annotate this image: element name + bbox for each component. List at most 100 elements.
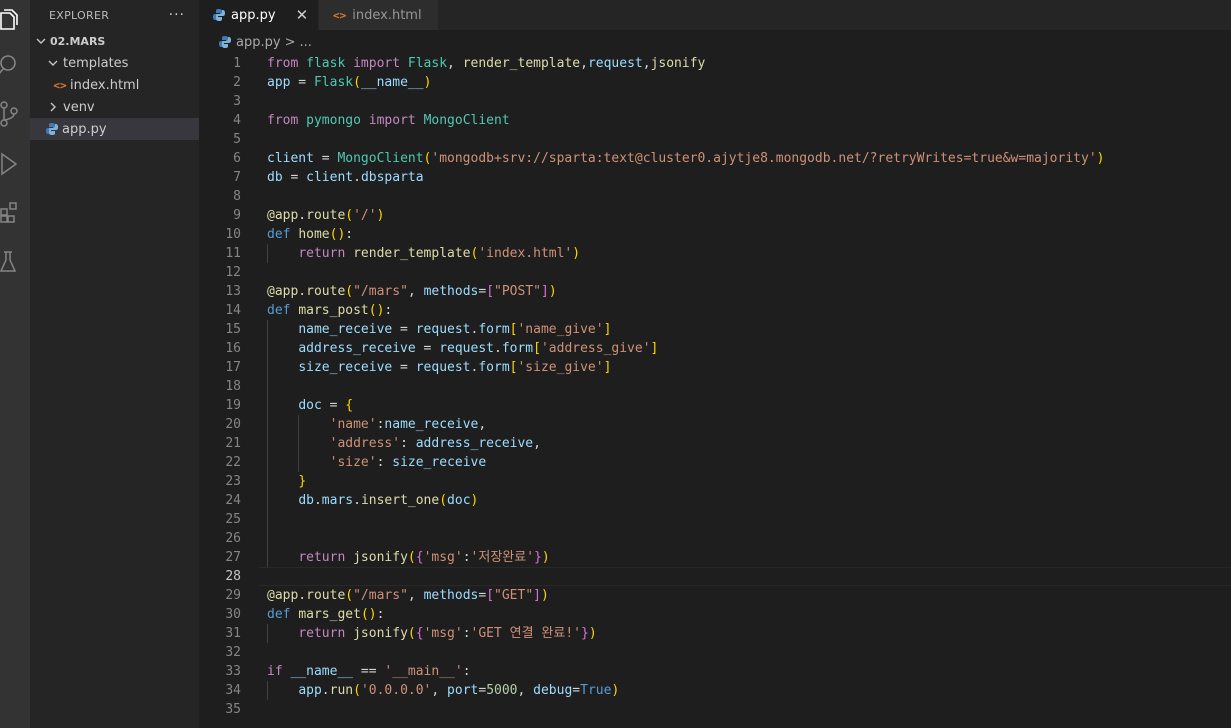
line-number: 30: [225, 607, 241, 622]
line-number: 2: [233, 75, 241, 90]
code-text: size_receive = request.form['size_give']: [298, 360, 612, 375]
explorer-files-icon[interactable]: [0, 2, 30, 38]
code-text: 'address': address_receive,: [329, 436, 541, 451]
code-line: 35: [199, 700, 1231, 719]
line-number: 28: [225, 569, 241, 584]
line-number: 12: [225, 265, 241, 280]
code-text: def mars_post():: [267, 303, 393, 318]
code-line: 23 }: [199, 472, 1231, 491]
code-text: db = client.dbsparta: [267, 170, 424, 185]
tree-folder-venv[interactable]: venv: [30, 96, 199, 118]
code-editor[interactable]: 1 from flask import Flask, render_templat…: [199, 54, 1231, 728]
code-text: return jsonify({'msg':'저장완료'}): [298, 550, 550, 565]
code-line: 8: [199, 187, 1231, 206]
code-line: 5: [199, 130, 1231, 149]
line-number: 13: [225, 284, 241, 299]
code-text: @app.route('/'): [267, 208, 385, 223]
tab-label: index.html: [352, 7, 422, 23]
tab-app-py[interactable]: app.py ✕: [199, 0, 319, 30]
code-line-current: 28: [199, 567, 1231, 586]
code-text: def home():: [267, 227, 354, 242]
breadcrumb-separator: >: [284, 34, 296, 50]
code-line: 25: [199, 510, 1231, 529]
code-text: db.mars.insert_one(doc): [298, 493, 479, 508]
code-line: 26: [199, 529, 1231, 548]
breadcrumb-file[interactable]: app.py: [236, 35, 281, 50]
line-number: 17: [225, 360, 241, 375]
chevron-down-icon: [34, 36, 48, 46]
current-line-highlight: [259, 567, 1231, 586]
code-text: client = MongoClient('mongodb+srv://spar…: [267, 151, 1105, 166]
code-text: 'size': size_receive: [329, 455, 487, 470]
code-line: 32: [199, 643, 1231, 662]
line-number: 33: [225, 664, 241, 679]
code-line: 9 @app.route('/'): [199, 206, 1231, 225]
code-line: 11 return render_template('index.html'): [199, 244, 1231, 263]
code-line: 17 size_receive = request.form['size_giv…: [199, 358, 1231, 377]
code-text: name_receive = request.form['name_give']: [298, 322, 612, 337]
line-number: 15: [225, 322, 241, 337]
line-number: 35: [225, 702, 241, 717]
line-number: 31: [225, 626, 241, 641]
line-number: 3: [233, 94, 241, 109]
more-actions-icon[interactable]: ···: [169, 7, 185, 23]
explorer-sidebar: EXPLORER ··· 02.MARS templates <> index.…: [30, 0, 199, 728]
code-line: 24 db.mars.insert_one(doc): [199, 491, 1231, 510]
folder-root-02-mars[interactable]: 02.MARS: [30, 30, 199, 52]
code-line: 10 def home():: [199, 225, 1231, 244]
line-number: 7: [233, 170, 241, 185]
python-file-icon: [213, 9, 225, 21]
tree-item-label: app.py: [62, 121, 107, 137]
line-number: 23: [225, 474, 241, 489]
editor-tabs: app.py ✕ <> index.html: [199, 0, 1231, 30]
line-number: 19: [225, 398, 241, 413]
line-number: 20: [225, 417, 241, 432]
run-debug-icon[interactable]: [0, 146, 30, 182]
code-text: from flask import Flask, render_template…: [267, 56, 706, 71]
tree-file-index-html[interactable]: <> index.html: [30, 74, 199, 96]
folder-root-label: 02.MARS: [50, 34, 106, 48]
line-number: 26: [225, 531, 241, 546]
line-number: 6: [233, 151, 241, 166]
code-text: return render_template('index.html'): [298, 246, 581, 261]
code-text: doc = {: [298, 398, 354, 413]
breadcrumb-symbols[interactable]: ...: [299, 35, 311, 50]
code-line: 15 name_receive = request.form['name_giv…: [199, 320, 1231, 339]
line-number: 24: [225, 493, 241, 508]
explorer-header: EXPLORER ···: [30, 0, 199, 30]
line-number: 9: [233, 208, 241, 223]
line-number: 29: [225, 588, 241, 603]
explorer-title: EXPLORER: [49, 8, 110, 22]
code-text: return jsonify({'msg':'GET 연결 완료!'}): [298, 626, 597, 641]
source-control-icon[interactable]: [0, 96, 30, 132]
search-icon[interactable]: [0, 48, 30, 84]
code-line: 20 'name':name_receive,: [199, 415, 1231, 434]
tab-index-html[interactable]: <> index.html: [319, 0, 439, 30]
code-text: if __name__ == '__main__':: [267, 664, 471, 679]
tree-folder-templates[interactable]: templates: [30, 52, 199, 74]
tree-file-app-py[interactable]: app.py: [30, 118, 199, 140]
line-number: 25: [225, 512, 241, 527]
tree-item-label: templates: [63, 55, 129, 71]
code-text: }: [298, 474, 307, 489]
chevron-down-icon: [46, 58, 60, 68]
activity-bar: [0, 0, 30, 728]
extensions-icon[interactable]: [0, 194, 30, 230]
code-line: 34 app.run('0.0.0.0', port=5000, debug=T…: [199, 681, 1231, 700]
code-line: 12: [199, 263, 1231, 282]
close-icon[interactable]: ✕: [296, 6, 309, 24]
line-number: 11: [225, 246, 241, 261]
line-number: 1: [233, 56, 241, 71]
code-line: 16 address_receive = request.form['addre…: [199, 339, 1231, 358]
python-file-icon: [44, 123, 60, 135]
line-number: 5: [233, 132, 241, 147]
code-line: 1 from flask import Flask, render_templat…: [199, 54, 1231, 73]
line-number: 4: [233, 113, 241, 128]
tree-item-label: venv: [63, 99, 95, 115]
testing-flask-icon[interactable]: [0, 244, 30, 280]
tree-item-label: index.html: [70, 77, 140, 93]
code-line: 31 return jsonify({'msg':'GET 연결 완료!'}): [199, 624, 1231, 643]
line-number: 22: [225, 455, 241, 470]
code-line: 14 def mars_post():: [199, 301, 1231, 320]
code-line: 3: [199, 92, 1231, 111]
